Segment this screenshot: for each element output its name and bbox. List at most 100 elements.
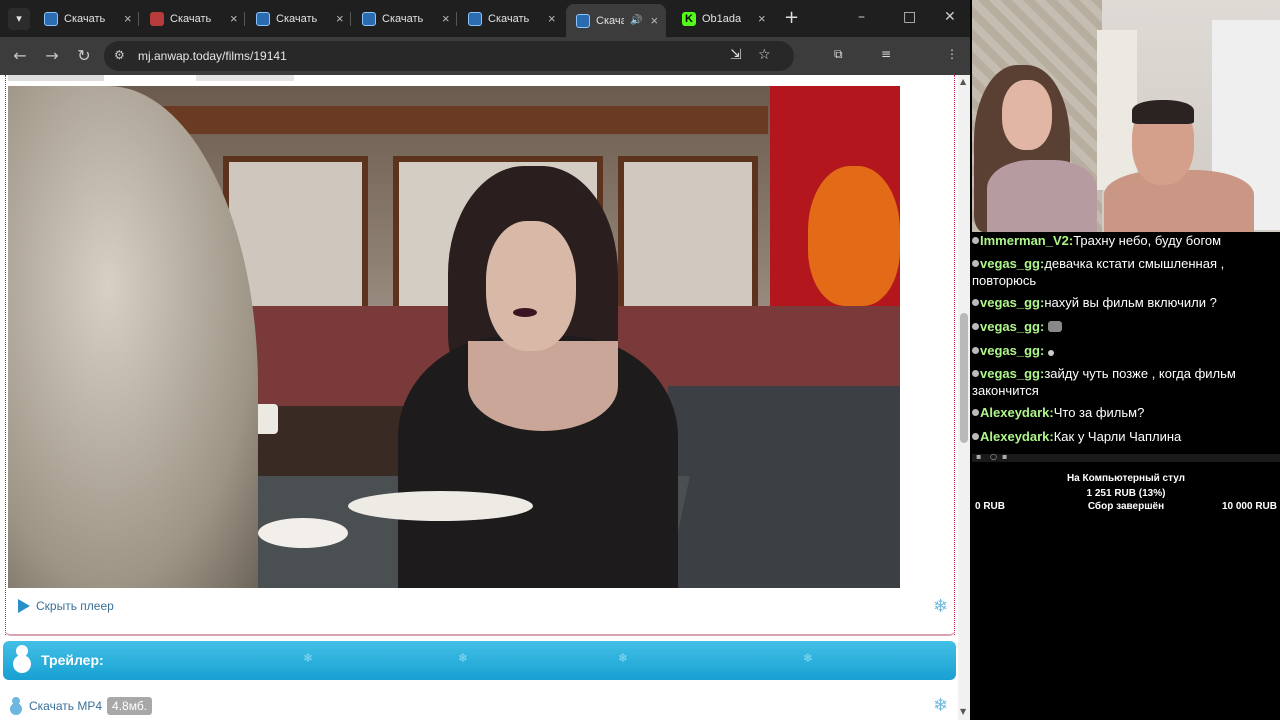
close-window-button[interactable]: ✕: [944, 9, 956, 25]
tab-title: Скачать: [382, 12, 424, 25]
anwap-icon: [468, 11, 482, 26]
small-emote-icon: [1048, 350, 1055, 356]
app-icon: ▪: [1002, 452, 1008, 461]
download-row: Скачать MP4 4.8мб.: [8, 697, 153, 715]
menu-kebab-icon[interactable]: ⋮: [946, 47, 958, 61]
chat-username: Alexeydark:: [980, 429, 1054, 444]
hide-player-link[interactable]: Скрыть плеер: [18, 599, 114, 613]
play-icon: [18, 599, 30, 613]
chat-text: нахуй вы фильм включили ?: [1044, 295, 1217, 310]
trailer-heading: Трейлер:: [41, 652, 104, 668]
scrollbar-thumb[interactable]: [960, 313, 968, 443]
top-tabs-strip: [8, 75, 958, 83]
kick-icon: K: [682, 11, 696, 26]
new-tab-button[interactable]: +: [784, 8, 799, 28]
tab-search-button[interactable]: ▾: [8, 8, 30, 30]
scroll-up-arrow-icon[interactable]: ▲: [960, 77, 966, 86]
chat-message: Alexeydark:Как у Чарли Чаплина: [972, 428, 1278, 445]
chat-message: Immerman_V2:Трахну небо, буду богом: [972, 232, 1278, 249]
chat-text: Трахну небо, буду богом: [1073, 233, 1222, 248]
anwap-icon: [44, 11, 58, 26]
page-scrollbar[interactable]: ▲ ▼: [958, 75, 970, 720]
chat-text: Что за фильм?: [1053, 405, 1145, 420]
tab-3[interactable]: Скачать ×: [246, 4, 346, 33]
snowman-icon: [8, 697, 24, 715]
file-size-badge: 4.8мб.: [107, 697, 153, 715]
tab-title: Скача: [596, 14, 624, 27]
donation-raised: 1 251 RUB (13%): [1086, 488, 1166, 499]
close-icon[interactable]: ×: [230, 11, 238, 26]
forward-button[interactable]: →: [42, 46, 62, 66]
site-info-icon[interactable]: ⚙: [114, 48, 125, 62]
tab-5[interactable]: Скачать ×: [458, 4, 558, 33]
back-button[interactable]: ←: [10, 46, 30, 66]
chat-username: vegas_gg:: [980, 366, 1045, 381]
tab-2[interactable]: Скачать ×: [140, 4, 240, 33]
chat-username: vegas_gg:: [980, 319, 1045, 334]
search-icon: ○: [990, 452, 997, 461]
minimize-button[interactable]: –: [858, 9, 865, 25]
chat-username: vegas_gg:: [980, 295, 1045, 310]
webcam-feed: [972, 0, 1280, 232]
browser-toolbar: ← → ↻ ⚙ mj.anwap.today/films/19141 ⇲ ☆ 6…: [0, 37, 970, 104]
address-bar[interactable]: ⚙ mj.anwap.today/films/19141 ⇲ ☆: [104, 41, 794, 71]
tab-title: Скачать: [276, 12, 318, 25]
web-page: Скрыть плеер ❄ Трейлер: ❄ ❄ ❄ ❄ Скачать …: [0, 75, 958, 720]
tab-title: Скачать: [488, 12, 530, 25]
chat-username: Alexeydark:: [980, 405, 1054, 420]
snowflake-icon: ❄: [618, 651, 629, 665]
stream-chat: Immerman_V2:Трахну небо, буду богом vega…: [972, 232, 1280, 454]
taskbar-strip: ▪ ○ ▪: [972, 452, 1280, 462]
tab-title: Скачать: [64, 12, 106, 25]
snowflake-icon: ❄: [303, 651, 314, 665]
url-text[interactable]: mj.anwap.today/films/19141: [138, 49, 287, 63]
chat-text: Как у Чарли Чаплина: [1053, 429, 1182, 444]
chat-username: Immerman_V2:: [980, 233, 1074, 248]
user-badge-icon: [972, 299, 979, 306]
user-badge-icon: [972, 370, 979, 377]
tab-6-active[interactable]: Скача 🔊 ×: [566, 4, 666, 37]
browser-window: ▾ Скачать × Скачать × Скачать × Скачать …: [0, 0, 970, 720]
snowman-icon: [11, 645, 33, 675]
donation-goal-title: На Компьютерный стул: [1066, 473, 1186, 484]
anwap-icon: [576, 13, 590, 28]
close-icon[interactable]: ×: [548, 11, 556, 26]
chat-message: vegas_gg:зайду чуть позже , когда фильм …: [972, 365, 1278, 399]
tab-1[interactable]: Скачать ×: [34, 4, 134, 33]
close-icon[interactable]: ×: [336, 11, 344, 26]
donation-goal-widget: На Компьютерный стул 1 251 RUB (13%) 0 R…: [972, 462, 1280, 720]
video-player[interactable]: [8, 86, 900, 588]
bookmark-star-icon[interactable]: ☆: [758, 47, 771, 63]
close-icon[interactable]: ×: [650, 13, 658, 28]
scroll-down-arrow-icon[interactable]: ▼: [960, 707, 966, 716]
close-icon[interactable]: ×: [124, 11, 132, 26]
tab-strip: ▾ Скачать × Скачать × Скачать × Скачать …: [0, 0, 970, 37]
snowflake-icon: ❄: [458, 651, 469, 665]
download-mp4-link[interactable]: Скачать MP4: [29, 699, 102, 713]
anwap-icon: [362, 11, 376, 26]
tab-4[interactable]: Скачать ×: [352, 4, 452, 33]
trailer-header: Трейлер: ❄ ❄ ❄ ❄: [3, 641, 956, 680]
hide-player-label: Скрыть плеер: [36, 599, 114, 613]
close-icon[interactable]: ×: [758, 11, 766, 26]
chat-message: vegas_gg:: [972, 342, 1278, 359]
chat-message: vegas_gg:нахуй вы фильм включили ?: [972, 294, 1278, 311]
tab-7[interactable]: K Ob1ada ×: [672, 4, 772, 33]
chat-message: vegas_gg:: [972, 318, 1278, 335]
maximize-button[interactable]: □: [903, 9, 916, 25]
chat-username: vegas_gg:: [980, 256, 1045, 271]
snowflake-icon: ❄: [933, 596, 949, 617]
install-app-icon[interactable]: ⇲: [730, 47, 742, 63]
chat-username: vegas_gg:: [980, 343, 1045, 358]
close-icon[interactable]: ×: [442, 11, 450, 26]
chat-message: Alexeydark:Что за фильм?: [972, 404, 1278, 421]
extensions-puzzle-icon[interactable]: ⧉: [834, 47, 843, 62]
speaker-icon[interactable]: 🔊: [630, 15, 642, 26]
tab-title: Скачать: [170, 12, 212, 25]
reload-button[interactable]: ↻: [74, 46, 94, 66]
windows-icon: ▪: [976, 452, 982, 461]
media-controls-icon[interactable]: ≡: [881, 47, 891, 61]
user-badge-icon: [972, 433, 979, 440]
site-icon: [150, 11, 164, 26]
user-badge-icon: [972, 260, 979, 267]
